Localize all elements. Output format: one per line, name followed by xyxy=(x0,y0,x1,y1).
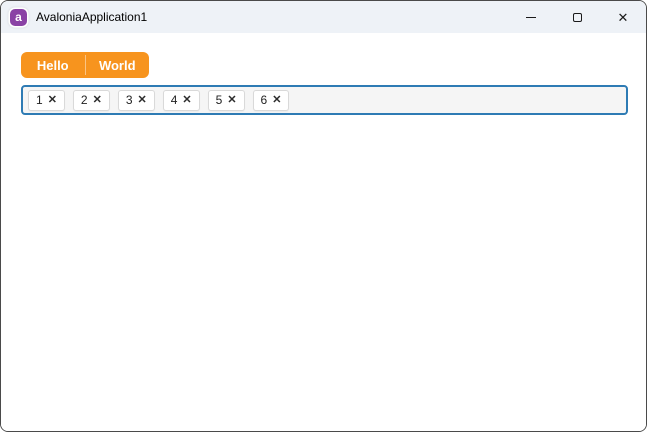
tag-value: 3 xyxy=(125,93,133,107)
tag-chip-6[interactable]: 6 ✕ xyxy=(252,89,290,111)
tag-remove-icon[interactable]: ✕ xyxy=(48,94,57,106)
tag-value: 6 xyxy=(260,93,268,107)
tag-value: 1 xyxy=(36,93,43,107)
window-content: Hello World 1 ✕ 2 ✕ 3 ✕ 4 ✕ 5 ✕ 6 ✕ xyxy=(1,33,646,431)
tags-input[interactable]: 1 ✕ 2 ✕ 3 ✕ 4 ✕ 5 ✕ 6 ✕ xyxy=(21,85,628,115)
tag-chip-2[interactable]: 2 ✕ xyxy=(72,89,110,111)
tag-chip-3[interactable]: 3 ✕ xyxy=(117,89,155,111)
tag-remove-icon[interactable]: ✕ xyxy=(182,94,191,106)
window-title: AvaloniaApplication1 xyxy=(36,10,148,24)
tab-hello[interactable]: Hello xyxy=(21,52,85,78)
tab-strip: Hello World xyxy=(21,52,149,78)
tab-world[interactable]: World xyxy=(86,52,150,78)
tag-value: 4 xyxy=(170,93,178,107)
close-button[interactable]: ✕ xyxy=(600,1,646,33)
maximize-button[interactable] xyxy=(554,1,600,33)
close-icon: ✕ xyxy=(617,9,629,25)
tab-world-label: World xyxy=(98,57,136,73)
tag-remove-icon[interactable]: ✕ xyxy=(93,94,102,106)
tag-remove-icon[interactable]: ✕ xyxy=(138,94,147,106)
tag-remove-icon[interactable]: ✕ xyxy=(227,94,236,106)
tag-value: 2 xyxy=(80,93,88,107)
minimize-button[interactable] xyxy=(508,1,554,33)
tag-value: 5 xyxy=(215,93,223,107)
tag-remove-icon[interactable]: ✕ xyxy=(272,94,281,106)
window-controls: ✕ xyxy=(508,1,646,33)
tag-chip-4[interactable]: 4 ✕ xyxy=(162,89,200,111)
title-bar[interactable]: a AvaloniaApplication1 ✕ xyxy=(1,1,646,33)
tab-hello-label: Hello xyxy=(36,57,69,73)
minimize-icon xyxy=(526,16,536,18)
tag-chip-1[interactable]: 1 ✕ xyxy=(28,89,65,111)
avalonia-logo-letter: a xyxy=(15,10,22,24)
tag-chip-5[interactable]: 5 ✕ xyxy=(207,89,245,111)
maximize-icon xyxy=(572,12,582,22)
app-window: a AvaloniaApplication1 ✕ Hello World 1 ✕… xyxy=(0,0,647,432)
avalonia-logo-icon: a xyxy=(10,8,27,26)
